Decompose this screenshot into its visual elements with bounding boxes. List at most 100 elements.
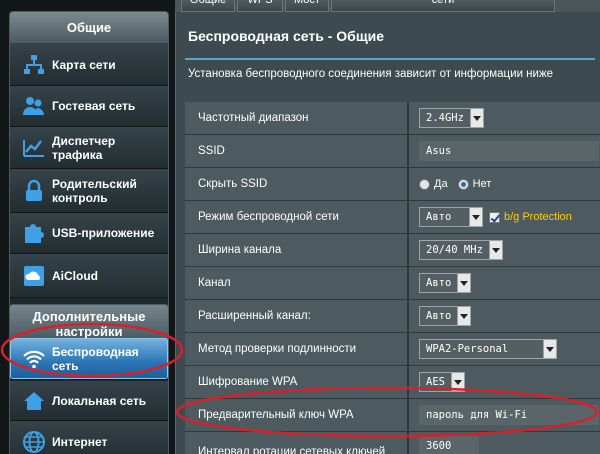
row-divider (407, 135, 409, 167)
guest-network-icon (23, 97, 44, 115)
setting-label: Частотный диапазон (198, 112, 309, 124)
chevron-down-icon (450, 373, 464, 391)
wireless-icon (23, 350, 45, 368)
sidebar-item-lan[interactable]: Локальная сеть (10, 381, 168, 421)
row-divider (407, 201, 409, 233)
wpa-key-input[interactable]: пароль для Wi-Fi (419, 405, 599, 425)
sidebar-item-guest-network[interactable]: Гостевая сеть (10, 86, 168, 127)
select-value: 2.4GHz (426, 112, 464, 124)
sidebar-item-label: Родительский контроль (52, 176, 137, 205)
wpa-encryption-select[interactable]: AES (419, 372, 465, 392)
sidebar-item-traffic-manager[interactable]: Диспетчер трафика (10, 127, 168, 169)
parental-lock-icon (26, 179, 42, 201)
chevron-down-icon (457, 274, 471, 292)
advanced-menu-title: Дополнительные настройки (10, 305, 168, 341)
channel-select[interactable]: Авто (419, 273, 472, 293)
chevron-down-icon (469, 208, 482, 226)
select-value: Авто (426, 277, 452, 289)
lan-home-icon (24, 391, 44, 410)
setting-label: Режим беспроводной сети (198, 211, 339, 223)
ssid-input[interactable]: Asus (419, 141, 599, 161)
setting-label: Ширина канала (198, 244, 282, 256)
tab-general[interactable]: Общие (181, 0, 235, 12)
bg-protection-label: b/g Protection (504, 211, 572, 223)
extension-channel-select[interactable]: Авто (419, 306, 472, 326)
setting-row-wpa-encryption: Шифрование WPA AES (185, 366, 600, 399)
select-value: AES (426, 376, 445, 388)
chevron-down-icon (543, 340, 556, 358)
hide-ssid-no-radio[interactable]: Нет (457, 178, 492, 190)
sidebar-item-internet[interactable]: Интернет (10, 421, 168, 454)
page-description: Установка беспроводного соединения завис… (188, 68, 554, 80)
radio-label: Нет (472, 178, 492, 190)
row-divider (407, 234, 409, 266)
setting-row-wireless-mode: Режим беспроводной сети Авто b/g Protect… (185, 201, 600, 234)
setting-row-channel-width: Ширина канала 20/40 MHz (185, 234, 600, 267)
sidebar-item-label: Локальная сеть (52, 393, 147, 408)
sidebar-item-usb-app[interactable]: USB-приложение (10, 213, 168, 254)
auth-method-select[interactable]: WPA2-Personal (419, 339, 557, 359)
select-value: WPA2-Personal (426, 343, 509, 355)
internet-globe-icon (23, 430, 45, 453)
channel-width-select[interactable]: 20/40 MHz (419, 240, 503, 260)
row-divider (407, 432, 409, 454)
sidebar-item-label: Беспроводная сеть (52, 344, 139, 373)
setting-row-auth-method: Метод проверки подлинности WPA2-Personal (185, 333, 600, 366)
setting-row-channel: Канал Авто (185, 267, 600, 300)
chevron-down-icon (488, 241, 502, 259)
row-divider (407, 399, 409, 431)
select-value: 20/40 MHz (426, 244, 483, 256)
setting-row-ssid: SSID Asus (185, 135, 600, 168)
setting-label: Метод проверки подлинности (198, 343, 357, 355)
row-divider (407, 366, 409, 398)
setting-label: Скрыть SSID (198, 178, 268, 190)
title-divider (185, 58, 595, 60)
traffic-manager-icon (23, 139, 44, 157)
sidebar-item-parental-control[interactable]: Родительский контроль (10, 169, 168, 213)
select-value: Авто (426, 310, 452, 322)
setting-label: Интервал ротации сетевых ключей (198, 446, 386, 454)
sidebar-item-label: Диспетчер трафика (52, 133, 116, 162)
tab-wps[interactable]: WPS (237, 0, 283, 12)
radio-label: Да (434, 178, 448, 190)
row-divider (407, 102, 409, 134)
row-divider (407, 267, 409, 299)
bg-protection-checkbox[interactable] (489, 211, 500, 223)
usb-puzzle-icon (25, 224, 44, 243)
radio-dot (419, 178, 430, 190)
tab-bridge[interactable]: Мост (285, 0, 329, 12)
general-menu-panel: Общие Карта сети Гостевая сеть Диспетчер… (9, 11, 169, 311)
setting-label: Расширенный канал: (198, 310, 311, 322)
band-select[interactable]: 2.4GHz (419, 108, 484, 128)
sidebar-item-network-map[interactable]: Карта сети (10, 44, 168, 86)
row-divider (407, 168, 409, 200)
chevron-down-icon (469, 109, 483, 127)
setting-row-wpa-key: Предварительный ключ WPA пароль для Wi-F… (185, 399, 600, 432)
setting-label: Шифрование WPA (198, 376, 298, 388)
chevron-down-icon (457, 307, 471, 325)
sidebar-item-label: Интернет (52, 434, 108, 449)
tab-network-filter[interactable]: сети (331, 0, 555, 12)
setting-row-key-rotation: Интервал ротации сетевых ключей 3600 (185, 432, 600, 454)
sidebar-item-label: USB-приложение (52, 226, 155, 240)
select-value: Авто (426, 211, 452, 223)
key-rotation-input[interactable]: 3600 (419, 436, 479, 454)
setting-label: SSID (198, 145, 225, 157)
general-menu-title: Общие (10, 12, 168, 44)
setting-row-extension-channel: Расширенный канал: Авто (185, 300, 600, 333)
wireless-mode-select[interactable]: Авто (419, 207, 483, 227)
sidebar-item-label: Гостевая сеть (52, 99, 136, 113)
sidebar-item-label: AiCloud (52, 268, 98, 283)
row-divider (407, 333, 409, 365)
setting-label: Канал (198, 277, 231, 289)
hide-ssid-yes-radio[interactable]: Да (419, 178, 448, 190)
main-area: Общие WPS Мост сети Беспроводная сеть - … (175, 0, 600, 454)
page-title: Беспроводная сеть - Общие (188, 28, 385, 44)
sidebar-item-aicloud[interactable]: AiCloud (10, 254, 168, 298)
setting-row-hide-ssid: Скрыть SSID Да Нет (185, 168, 600, 201)
tab-bar: Общие WPS Мост сети (175, 0, 600, 12)
radio-dot (457, 178, 469, 190)
advanced-menu-panel: Дополнительные настройки Беспроводная се… (9, 304, 169, 454)
setting-row-band: Частотный диапазон 2.4GHz (185, 102, 600, 135)
sidebar-item-wireless[interactable]: Беспроводная сеть (10, 338, 168, 380)
